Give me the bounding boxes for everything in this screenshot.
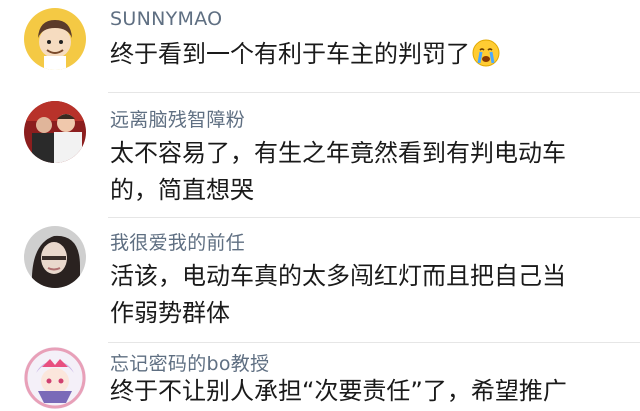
cartoon-avatar-icon: [24, 8, 86, 70]
comment-line: 终于看到一个有利于车主的判罚了: [110, 40, 470, 68]
comment-text: 终于看到一个有利于车主的判罚了: [110, 36, 625, 73]
comment-username[interactable]: SUNNYMAO: [110, 8, 222, 30]
comment-username[interactable]: 我很爱我的前任: [110, 228, 245, 255]
avatar[interactable]: [24, 347, 86, 409]
comment-text: 终于不让别人承担“次要责任”了，希望推广: [110, 373, 625, 410]
comment-text: 太不容易了，有生之年竟然看到有判电动车 的，简直想哭: [110, 135, 625, 209]
comment-username[interactable]: 远离脑残智障粉: [110, 105, 245, 132]
comment-item: 远离脑残智障粉 太不容易了，有生之年竟然看到有判电动车 的，简直想哭: [0, 93, 640, 218]
comment-line: 太不容易了，有生之年竟然看到有判电动车: [110, 139, 566, 167]
crying-face-icon: [472, 39, 500, 67]
avatar[interactable]: [24, 101, 86, 163]
comment-item: SUNNYMAO 终于看到一个有利于车主的判罚了: [0, 0, 640, 95]
avatar[interactable]: [24, 8, 86, 70]
comment-line: 终于不让别人承担“次要责任”了，希望推广: [110, 377, 567, 405]
avatar[interactable]: [24, 226, 86, 288]
comment-text: 活该，电动车真的太多闯红灯而且把自己当 作弱势群体: [110, 258, 625, 332]
photo-avatar-icon: [24, 226, 86, 288]
comment-line: 作弱势群体: [110, 299, 230, 327]
photo-avatar-icon: [24, 101, 86, 163]
comment-line: 活该，电动车真的太多闯红灯而且把自己当: [110, 262, 566, 290]
comment-username[interactable]: 忘记密码的bo教授: [110, 349, 269, 376]
anime-avatar-icon: [24, 347, 86, 409]
comment-line: 的，简直想哭: [110, 176, 254, 204]
comment-item: 我很爱我的前任 活该，电动车真的太多闯红灯而且把自己当 作弱势群体: [0, 218, 640, 343]
comment-item: 忘记密码的bo教授 终于不让别人承担“次要责任”了，希望推广: [0, 343, 640, 411]
